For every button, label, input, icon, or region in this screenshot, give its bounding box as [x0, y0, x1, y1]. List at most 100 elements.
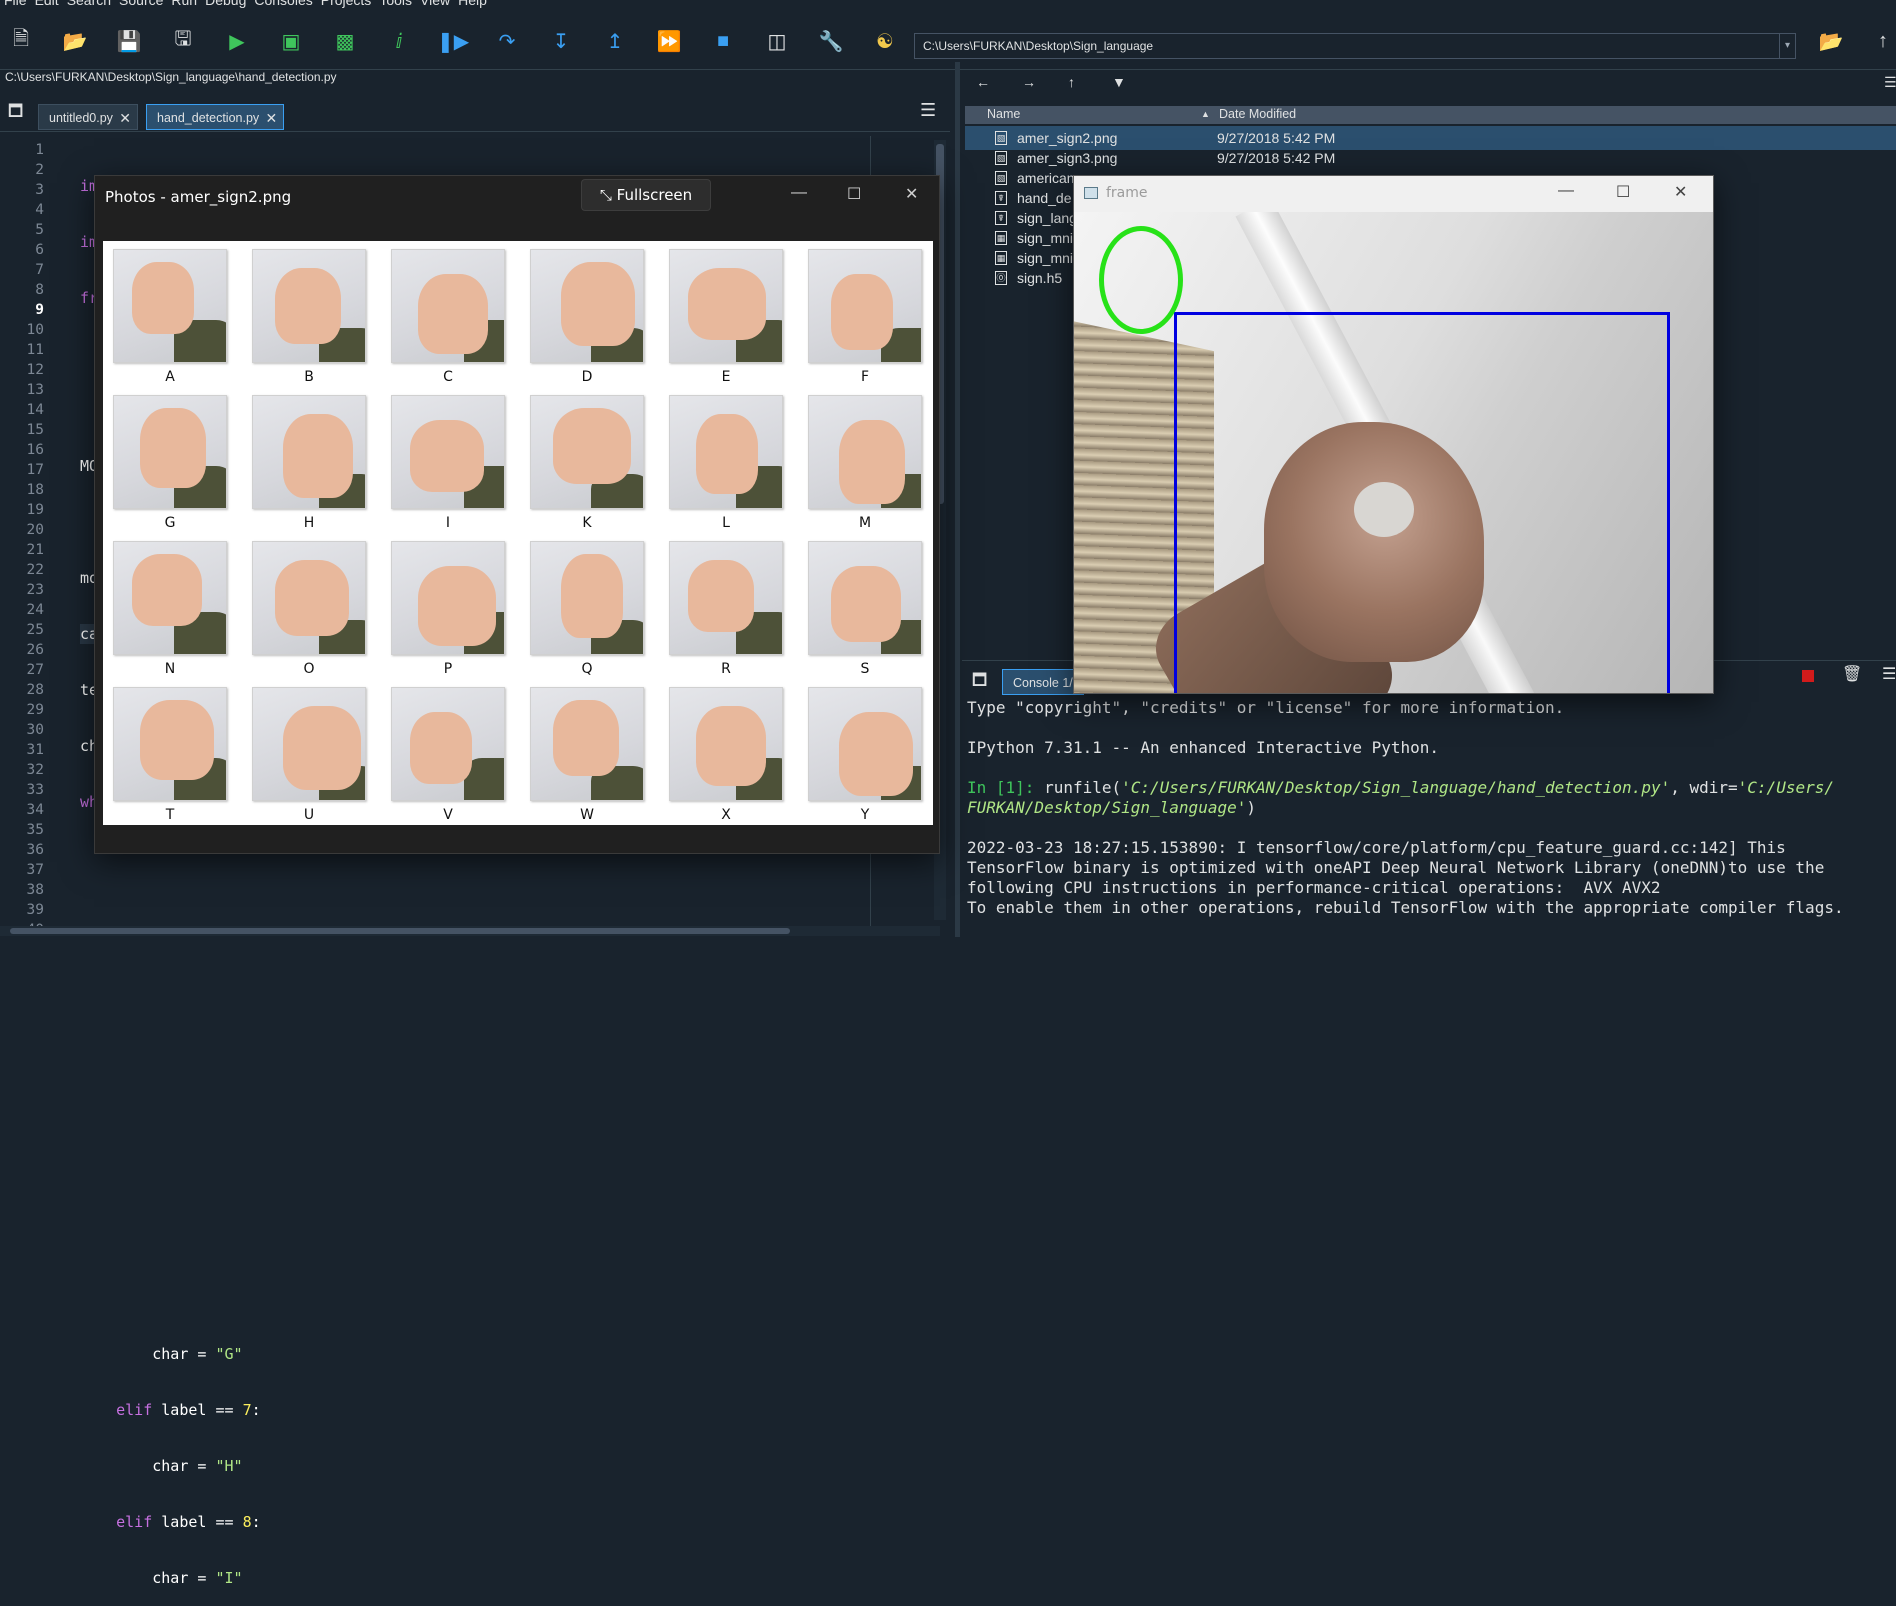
- photos-window: Photos - amer_sign2.png ⤡ Fullscreen — ☐…: [94, 175, 940, 854]
- save-all-icon[interactable]: 🖫: [168, 26, 198, 56]
- csv-file-icon: ▦: [995, 231, 1007, 245]
- maximize-pane-icon[interactable]: ◫: [762, 26, 792, 56]
- sign-label: K: [582, 515, 592, 531]
- pane-splitter[interactable]: [955, 62, 960, 937]
- hand-sign-photo: [252, 541, 366, 655]
- minimize-icon[interactable]: —: [1558, 182, 1574, 200]
- open-file-icon[interactable]: 📂: [60, 26, 90, 56]
- line-number: 2: [35, 162, 44, 178]
- image-file-icon: ▧: [995, 131, 1007, 145]
- chevron-down-icon[interactable]: ▾: [1779, 34, 1795, 58]
- line-number: 5: [35, 222, 44, 238]
- parent-directory-icon[interactable]: ↑: [1868, 26, 1896, 56]
- debug-icon[interactable]: ❚▶: [437, 26, 469, 56]
- menu-edit[interactable]: Edit: [35, 0, 59, 8]
- hand: [275, 268, 341, 344]
- line-number: 34: [26, 802, 44, 818]
- line-number: 26: [26, 642, 44, 658]
- forward-arrow-icon[interactable]: →: [1022, 74, 1036, 90]
- hamburger-menu-icon[interactable]: ☰: [1882, 664, 1896, 684]
- line-number: 15: [26, 422, 44, 438]
- close-icon[interactable]: ✕: [905, 184, 918, 204]
- back-arrow-icon[interactable]: ←: [976, 74, 990, 90]
- continue-icon[interactable]: ⏩: [654, 26, 684, 56]
- hand-sign-photo: [113, 687, 227, 801]
- sign-label: U: [303, 807, 315, 823]
- sign-label: F: [860, 369, 870, 385]
- hamburger-menu-icon[interactable]: ☰: [1884, 74, 1896, 91]
- menu-source[interactable]: Source: [119, 0, 163, 8]
- filter-icon[interactable]: ▼: [1112, 74, 1126, 90]
- column-date-modified[interactable]: Date Modified: [1219, 107, 1296, 121]
- image-file-icon: ▧: [995, 151, 1007, 165]
- line-number: 33: [26, 782, 44, 798]
- menu-tools[interactable]: Tools: [379, 0, 412, 8]
- preferences-icon[interactable]: 🔧: [816, 26, 846, 56]
- sign-label: Q: [581, 661, 593, 677]
- console-line: 2022-03-23 18:27:15.153890: I tensorflow…: [967, 838, 1786, 857]
- tab-label: Console 1/: [1013, 676, 1073, 690]
- editor-horizontal-scrollbar[interactable]: [0, 926, 940, 936]
- maximize-icon[interactable]: ☐: [1616, 182, 1630, 202]
- hand: [283, 414, 353, 498]
- run-icon[interactable]: ▶: [222, 26, 252, 56]
- line-number: 31: [26, 742, 44, 758]
- code-text: label ==: [152, 1401, 243, 1419]
- hand: [140, 700, 214, 780]
- tab-untitled0[interactable]: untitled0.py ✕: [38, 104, 138, 130]
- save-icon[interactable]: 💾: [114, 26, 144, 56]
- menu-view[interactable]: View: [420, 0, 450, 8]
- new-file-icon[interactable]: 🗎: [6, 26, 36, 56]
- close-icon[interactable]: ✕: [1674, 182, 1687, 202]
- menu-consoles[interactable]: Consoles: [254, 0, 312, 8]
- run-cell-icon[interactable]: ▣: [276, 26, 306, 56]
- browse-tabs-icon[interactable]: 🗖: [972, 669, 987, 696]
- minimize-icon[interactable]: —: [791, 184, 807, 202]
- window-titlebar[interactable]: frame — ☐ ✕: [1074, 176, 1713, 212]
- close-icon[interactable]: ✕: [119, 105, 131, 131]
- sign-label: X: [721, 807, 731, 823]
- sign-label: O: [303, 661, 315, 677]
- tab-console[interactable]: Console 1/: [1002, 669, 1084, 695]
- menu-search[interactable]: Search: [67, 0, 111, 8]
- menu-help[interactable]: Help: [458, 0, 487, 8]
- step-into-icon[interactable]: ↧: [546, 26, 576, 56]
- line-number: 16: [26, 442, 44, 458]
- browse-folder-icon[interactable]: 📂: [1816, 26, 1846, 56]
- python-path-icon[interactable]: ☯: [870, 26, 900, 56]
- run-cell-advance-icon[interactable]: ▩: [330, 26, 360, 56]
- scrollbar-thumb[interactable]: [10, 928, 790, 934]
- parent-arrow-icon[interactable]: ↑: [1068, 74, 1075, 90]
- line-number: 25: [26, 622, 44, 638]
- step-return-icon[interactable]: ↥: [600, 26, 630, 56]
- menu-projects[interactable]: Projects: [321, 0, 372, 8]
- maximize-icon[interactable]: ☐: [847, 184, 861, 204]
- keyword: elif: [80, 1513, 153, 1531]
- working-directory-input[interactable]: C:\Users\FURKAN\Desktop\Sign_language ▾: [914, 33, 1796, 59]
- console-line: TensorFlow binary is optimized with oneA…: [967, 858, 1825, 877]
- menu-debug[interactable]: Debug: [205, 0, 246, 8]
- line-number: 28: [26, 682, 44, 698]
- hand-sign-photo: [669, 249, 783, 363]
- tab-hand-detection[interactable]: hand_detection.py ✕: [146, 104, 285, 131]
- trash-icon[interactable]: 🗑: [1842, 664, 1862, 684]
- line-number: 38: [26, 882, 44, 898]
- run-selection-icon[interactable]: ⅈ: [384, 26, 414, 56]
- line-number: 24: [26, 602, 44, 618]
- menu-file[interactable]: File: [4, 0, 27, 8]
- console-line: To enable them in other operations, rebu…: [967, 898, 1844, 917]
- hand: [140, 408, 206, 488]
- close-icon[interactable]: ✕: [265, 105, 277, 131]
- hand: [275, 560, 349, 636]
- fullscreen-button[interactable]: ⤡ Fullscreen: [581, 179, 711, 211]
- column-name[interactable]: Name: [987, 107, 1020, 121]
- sort-up-icon[interactable]: ▲: [1201, 109, 1210, 119]
- string-literal: "G": [215, 1345, 243, 1363]
- step-icon[interactable]: ↷: [492, 26, 522, 56]
- menu-run[interactable]: Run: [171, 0, 197, 8]
- stop-icon[interactable]: ■: [708, 26, 738, 56]
- stop-console-icon[interactable]: [1802, 670, 1814, 682]
- line-number: 6: [35, 242, 44, 258]
- hamburger-menu-icon[interactable]: ☰: [920, 100, 936, 121]
- console-output[interactable]: Type "copyright", "credits" or "license"…: [967, 698, 1896, 918]
